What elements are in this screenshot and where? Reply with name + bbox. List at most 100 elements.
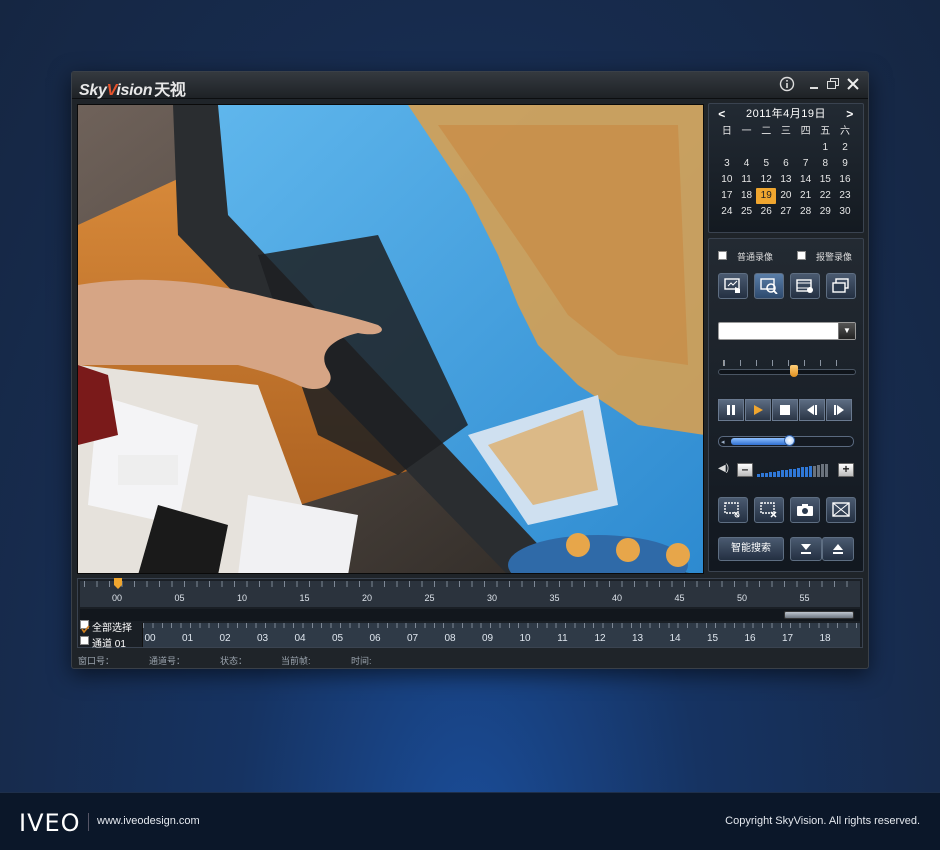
calendar-day[interactable]: 9: [835, 156, 855, 172]
stop-button[interactable]: [772, 399, 798, 421]
calendar-day[interactable]: 20: [776, 188, 796, 204]
timeline-scroll-thumb[interactable]: [784, 611, 854, 619]
calendar-weekday: 四: [800, 126, 811, 137]
timeline-cursor-icon[interactable]: [113, 578, 123, 590]
logo-v: V: [106, 82, 117, 99]
step-back-button[interactable]: [799, 399, 825, 421]
calendar-prev-button[interactable]: <: [713, 104, 731, 124]
footer-url[interactable]: www.iveodesign.com: [97, 815, 200, 827]
calendar-day[interactable]: 21: [796, 188, 816, 204]
calendar-day[interactable]: 24: [717, 204, 737, 220]
play-icon: [754, 405, 763, 415]
eject-button[interactable]: [822, 537, 854, 561]
title-bar[interactable]: SkyVision 天视: [72, 72, 868, 99]
minute-label: 10: [236, 593, 248, 603]
volume-level-bar: [761, 473, 764, 477]
calendar-day[interactable]: 5: [756, 156, 776, 172]
calendar-day[interactable]: 6: [776, 156, 796, 172]
normal-record-checkbox[interactable]: [718, 251, 727, 260]
volume-down-button[interactable]: –: [737, 463, 753, 477]
smart-search-button[interactable]: 智能搜索: [718, 537, 784, 561]
step-forward-icon: [834, 405, 844, 415]
volume-level-bar: [801, 467, 804, 477]
volume-level-bar: [809, 466, 812, 477]
minimize-icon: [810, 87, 818, 89]
calendar-day[interactable]: 10: [717, 172, 737, 188]
fullscreen-icon: [832, 502, 850, 517]
volume-up-button[interactable]: +: [838, 463, 854, 477]
clip-button[interactable]: [718, 497, 748, 523]
calendar-weekday: 六: [839, 126, 850, 137]
calendar-day[interactable]: 25: [737, 204, 757, 220]
calendar-day[interactable]: 17: [717, 188, 737, 204]
calendar-day[interactable]: 12: [756, 172, 776, 188]
calendar-day[interactable]: 4: [737, 156, 757, 172]
calendar-day[interactable]: 28: [796, 204, 816, 220]
calendar-day[interactable]: 11: [737, 172, 757, 188]
calendar-day[interactable]: 19: [756, 188, 777, 204]
speed-slider-thumb[interactable]: [789, 365, 798, 377]
calendar-day[interactable]: 22: [815, 188, 835, 204]
calendar-day[interactable]: 2: [835, 140, 855, 156]
hour-label: 01: [181, 633, 194, 644]
volume-bar[interactable]: [757, 463, 835, 477]
timeline-scroll-track[interactable]: [80, 609, 860, 621]
download-button[interactable]: [790, 537, 822, 561]
select-all-checkbox[interactable]: [80, 620, 90, 634]
fullscreen-button[interactable]: [826, 497, 856, 523]
calendar-day[interactable]: 13: [776, 172, 796, 188]
dropdown-arrow-button[interactable]: ▼: [838, 323, 855, 339]
calendar-day[interactable]: 16: [835, 172, 855, 188]
alarm-record-label: 报警录像: [816, 252, 853, 262]
speaker-icon: ◀): [718, 463, 730, 474]
film-settings-button[interactable]: [790, 273, 820, 299]
channel-dropdown[interactable]: ▼: [718, 322, 856, 340]
calendar-day[interactable]: 26: [756, 204, 776, 220]
app-window: SkyVision 天视 < 2011年4月19日 > 日 一 二 三 四 五 …: [71, 71, 869, 669]
search-record-button[interactable]: [754, 273, 784, 299]
channel-checkbox[interactable]: [80, 636, 89, 645]
snapshot-button[interactable]: [790, 497, 820, 523]
playback-progress-thumb[interactable]: [783, 435, 795, 446]
calendar-day[interactable]: 30: [835, 204, 855, 220]
calendar-day[interactable]: 3: [717, 156, 737, 172]
minimize-button[interactable]: [806, 76, 824, 94]
calendar-empty-cell: [756, 140, 776, 156]
normal-record-label: 普通录像: [737, 252, 774, 262]
minute-ruler[interactable]: 00 05 10 15 20 25 30 35 40 45 50 55: [80, 578, 860, 607]
calendar-day[interactable]: 7: [796, 156, 816, 172]
hour-label: 06: [369, 633, 381, 644]
calendar-day[interactable]: 18: [737, 188, 757, 204]
pause-button[interactable]: [718, 399, 744, 421]
close-button[interactable]: [844, 76, 862, 94]
info-icon: [779, 76, 795, 92]
info-button[interactable]: [778, 76, 796, 94]
volume-level-bar: [789, 469, 792, 477]
hour-ruler[interactable]: 00 01 02 03 04 05 06 07 08 09 10 11 12 13 14 15 16 17 18: [142, 623, 861, 647]
speed-slider[interactable]: [718, 369, 856, 375]
calendar-next-button[interactable]: >: [841, 104, 859, 124]
minute-label: 05: [174, 593, 185, 603]
playback-mode-button[interactable]: [718, 273, 748, 299]
calendar-day[interactable]: 27: [776, 204, 796, 220]
play-button[interactable]: [745, 399, 771, 421]
minus-icon: –: [741, 462, 749, 476]
window-switch-button[interactable]: [826, 273, 856, 299]
volume-level-bar: [817, 465, 820, 477]
restore-button[interactable]: [824, 76, 842, 94]
minute-label: 55: [799, 593, 810, 603]
calendar-day[interactable]: 29: [815, 204, 835, 220]
video-viewport[interactable]: [77, 104, 704, 574]
calendar-day[interactable]: 14: [796, 172, 816, 188]
monitor-search-icon: [760, 278, 778, 294]
calendar-day[interactable]: 15: [815, 172, 835, 188]
step-forward-button[interactable]: [826, 399, 852, 421]
logo-text: SkyVision: [79, 82, 153, 99]
status-state: 状态：: [220, 656, 248, 666]
calendar-day[interactable]: 1: [815, 140, 835, 156]
calendar-day[interactable]: 23: [835, 188, 855, 204]
delete-clip-button[interactable]: [754, 497, 784, 523]
calendar-day[interactable]: 8: [815, 156, 835, 172]
alarm-record-checkbox[interactable]: [797, 251, 806, 260]
volume-level-bar: [777, 471, 780, 477]
